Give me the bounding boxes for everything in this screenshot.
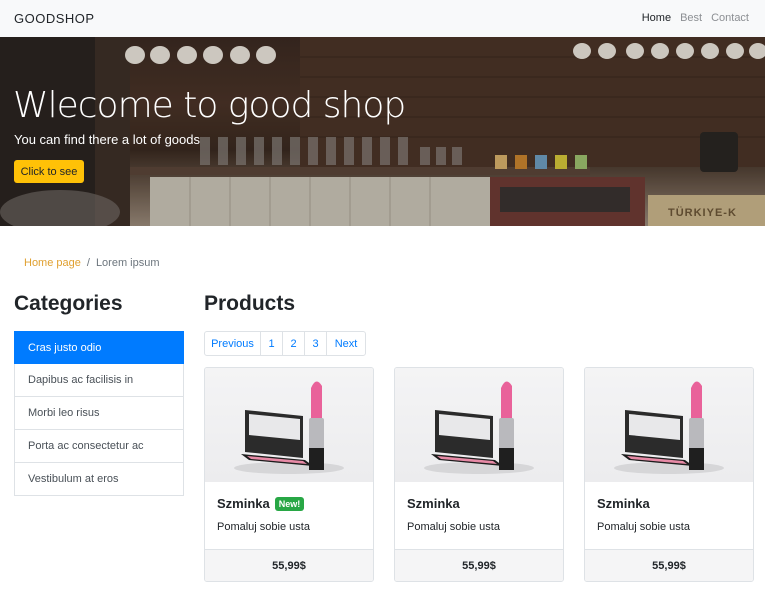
click-to-see-button[interactable]: Click to see	[14, 160, 84, 183]
pagination: Previous 1 2 3 Next	[204, 331, 366, 356]
product-name[interactable]: Szminka New!	[217, 496, 305, 511]
product-description: Pomaluj sobie usta	[597, 521, 690, 533]
nav-link-best[interactable]: Best	[680, 12, 702, 24]
category-item-vestibulum[interactable]: Vestibulum at eros	[14, 463, 184, 496]
product-name[interactable]: Szminka	[597, 496, 650, 511]
breadcrumb: Home page / Lorem ipsum	[24, 257, 160, 269]
product-price: 55,99$	[205, 549, 373, 581]
category-item-cras-justo-odio[interactable]: Cras justo odio	[14, 331, 184, 364]
hero-banner: TÜRKIYE-K Wlecome to good shop You can f…	[0, 37, 765, 226]
pagination-page-3[interactable]: 3	[304, 331, 327, 356]
product-image[interactable]	[395, 368, 563, 482]
hero-title: Wlecome to good shop	[13, 85, 406, 126]
product-description: Pomaluj sobie usta	[407, 521, 500, 533]
product-name-text[interactable]: Szminka	[597, 496, 650, 511]
category-item-morbi[interactable]: Morbi leo risus	[14, 397, 184, 430]
new-badge: New!	[274, 496, 305, 511]
product-card[interactable]: Szminka New! Pomaluj sobie usta 55,99$	[204, 367, 374, 582]
nav-link-home[interactable]: Home	[642, 12, 671, 24]
product-card[interactable]: Szminka Pomaluj sobie usta 55,99$	[584, 367, 754, 582]
pagination-page-1[interactable]: 1	[260, 331, 283, 356]
products-heading: Products	[204, 292, 296, 315]
breadcrumb-current: Lorem ipsum	[95, 257, 160, 269]
categories-heading: Categories	[14, 292, 123, 315]
product-name-text[interactable]: Szminka	[217, 496, 270, 511]
product-price: 55,99$	[585, 549, 753, 581]
nav-link-contact[interactable]: Contact	[711, 12, 749, 24]
lipstick-compact-icon	[614, 381, 724, 474]
lipstick-compact-icon	[424, 381, 534, 474]
category-item-porta[interactable]: Porta ac consectetur ac	[14, 430, 184, 463]
pagination-previous[interactable]: Previous	[204, 331, 261, 356]
breadcrumb-home-link[interactable]: Home page	[24, 257, 81, 269]
hero-subtitle: You can find there a lot of goods	[14, 132, 200, 147]
product-name-text[interactable]: Szminka	[407, 496, 460, 511]
category-item-dapibus[interactable]: Dapibus ac facilisis in	[14, 364, 184, 397]
pagination-page-2[interactable]: 2	[282, 331, 305, 356]
product-image[interactable]	[205, 368, 373, 482]
product-image[interactable]	[585, 368, 753, 482]
product-price: 55,99$	[395, 549, 563, 581]
product-name[interactable]: Szminka	[407, 496, 460, 511]
product-card[interactable]: Szminka Pomaluj sobie usta 55,99$	[394, 367, 564, 582]
brand-logo[interactable]: GOODSHOP	[14, 11, 95, 26]
lipstick-compact-icon	[234, 381, 344, 474]
pagination-next[interactable]: Next	[326, 331, 366, 356]
category-list: Cras justo odio Dapibus ac facilisis in …	[14, 331, 184, 496]
navbar: GOODSHOP Home Best Contact	[0, 0, 765, 37]
product-description: Pomaluj sobie usta	[217, 521, 310, 533]
nav-links: Home Best Contact	[642, 12, 749, 24]
breadcrumb-separator: /	[86, 257, 90, 269]
